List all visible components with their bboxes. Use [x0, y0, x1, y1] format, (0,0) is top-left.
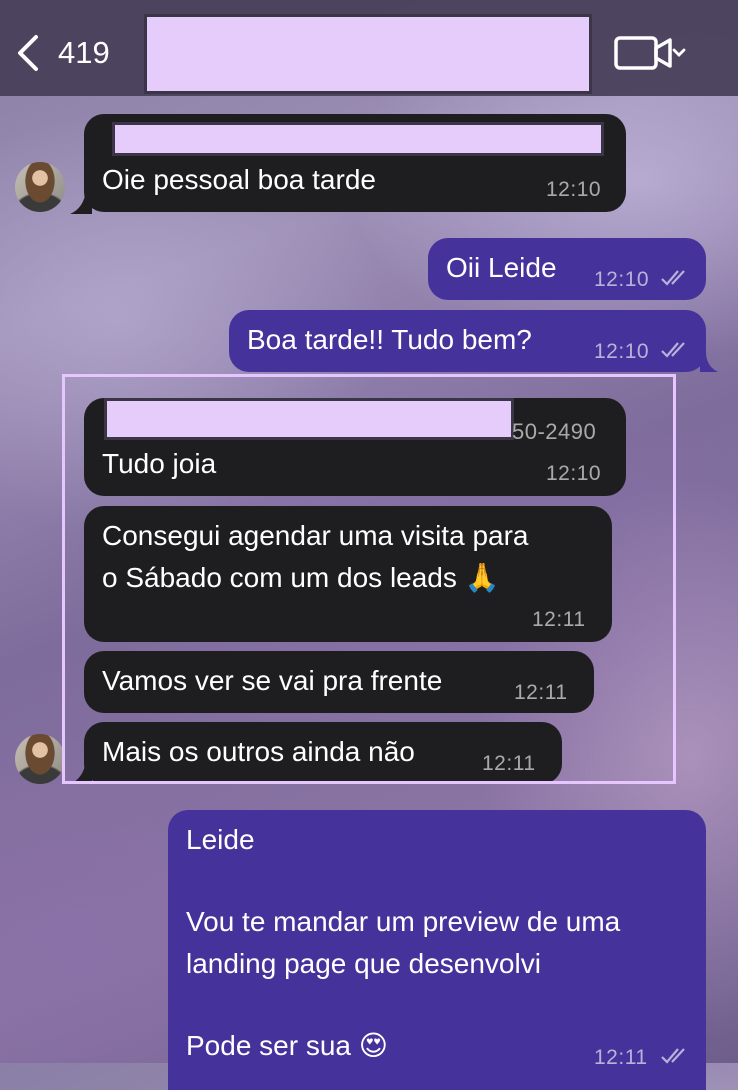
- message-bubble[interactable]: Leide Vou te mandar um preview de uma la…: [168, 810, 706, 1090]
- message-text-line: landing page que desenvolvi: [186, 948, 541, 979]
- video-call-button[interactable]: [612, 30, 690, 76]
- back-button[interactable]: [14, 30, 62, 76]
- message-text-line: Vou te mandar um preview de uma: [186, 906, 621, 937]
- message-text: Mais os outros ainda não: [102, 736, 415, 767]
- message-time: 12:11: [514, 681, 568, 704]
- message-text: Vamos ver se vai pra frente: [102, 665, 443, 696]
- avatar[interactable]: [15, 162, 65, 212]
- message-text: Oii Leide: [446, 252, 557, 283]
- sender-phone-suffix: 50-2490: [512, 419, 597, 444]
- read-receipt-icon: [661, 342, 685, 358]
- redacted-sender-name: [112, 122, 604, 156]
- message-text: Tudo joia: [102, 448, 217, 479]
- video-camera-icon: [614, 36, 686, 70]
- chevron-left-icon: [18, 35, 38, 71]
- message-bubble[interactable]: Oii Leide 12:10: [428, 238, 706, 300]
- message-text: Boa tarde!! Tudo bem?: [247, 324, 532, 355]
- message-text-line: Leide: [186, 824, 255, 855]
- message-bubble[interactable]: Consegui agendar uma visita para o Sábad…: [84, 506, 612, 642]
- message-time: 12:10: [546, 462, 602, 485]
- message-time: 12:10: [546, 178, 602, 201]
- message-bubble[interactable]: Boa tarde!! Tudo bem? 12:10: [229, 310, 706, 372]
- avatar[interactable]: [15, 734, 65, 784]
- message-time: 12:11: [532, 608, 586, 631]
- message-text-line: Pode ser sua 😍: [186, 1030, 388, 1061]
- bubble-tail: [700, 352, 718, 372]
- message-text: Oie pessoal boa tarde: [102, 164, 376, 195]
- message-bubble[interactable]: Vamos ver se vai pra frente 12:11: [84, 651, 594, 713]
- redacted-chat-title[interactable]: [144, 14, 592, 94]
- message-bubble[interactable]: Mais os outros ainda não 12:11: [84, 722, 562, 784]
- message-time: 12:10: [594, 268, 650, 291]
- message-time: 12:10: [594, 340, 650, 363]
- message-time: 12:11: [482, 752, 536, 775]
- chat-header: 419: [0, 0, 738, 96]
- unread-count[interactable]: 419: [58, 34, 110, 72]
- message-bubble[interactable]: 50-2490 Tudo joia 12:10: [84, 398, 626, 496]
- message-time: 12:11: [594, 1046, 648, 1069]
- message-bubble[interactable]: Oie pessoal boa tarde 12:10: [84, 114, 626, 212]
- read-receipt-icon: [661, 270, 685, 286]
- message-text-line: o Sábado com um dos leads 🙏: [102, 562, 500, 593]
- read-receipt-icon: [661, 1048, 685, 1064]
- redacted-sender-name: [104, 398, 514, 440]
- message-text-line: Consegui agendar uma visita para: [102, 520, 529, 551]
